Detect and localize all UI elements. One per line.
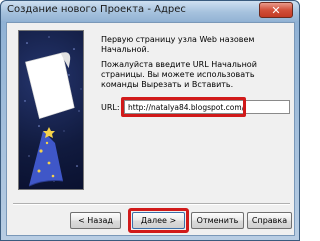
back-button[interactable]: < Назад [70,212,121,229]
separator [13,203,290,205]
url-label: URL: [101,103,120,112]
intro-text: Первую страницу узла Web назовем Начальн… [101,35,255,54]
next-highlight-annotation [128,208,189,233]
wizard-illustration [18,30,84,190]
window-title: Создание нового Проекта - Адрес [7,4,186,15]
instruction-text: Пожалуйста введите URL Начальной страниц… [101,60,257,89]
wizard-hat-and-page-icon [24,36,82,187]
title-bar[interactable]: Создание нового Проекта - Адрес ✕ [1,1,299,21]
close-icon: ✕ [271,3,281,17]
cancel-button[interactable]: Отменить [191,212,244,229]
url-highlight-annotation [121,97,246,117]
close-button[interactable]: ✕ [259,2,293,18]
wizard-client-area: Первую страницу узла Web назовем Начальн… [6,22,295,236]
help-button[interactable]: Справка [247,212,292,229]
wizard-window: Создание нового Проекта - Адрес ✕ Первую… [0,0,300,241]
